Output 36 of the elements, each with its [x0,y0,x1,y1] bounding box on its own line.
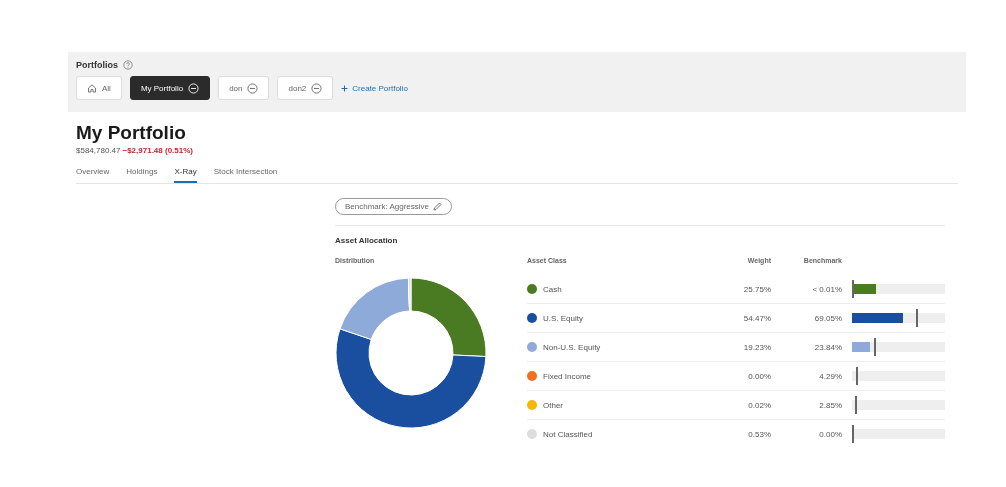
benchmark-cell: < 0.01% [812,284,842,294]
portfolio-tab[interactable]: All [76,76,122,100]
value-change: −$2,971.48 (0.51%) [122,146,193,155]
portfolio-title: My Portfolio [76,122,187,144]
asset-class-name: Cash [543,284,562,294]
benchmark-cell: 23.84% [814,342,842,352]
asset-class-name: Not Classified [543,429,593,439]
benchmark-cell: 2.85% [819,400,842,410]
portfolio-tab[interactable]: don2 [277,76,334,100]
weight-cell: 54.47% [743,313,771,323]
view-tab[interactable]: Stock Intersection [213,167,278,183]
plus-icon [341,84,349,92]
weight-cell: 25.75% [743,284,771,294]
create-portfolio-link[interactable]: Create Portfolio [352,83,408,93]
weight-cell: 0.00% [748,371,771,381]
benchmark-cell: 4.29% [819,371,842,381]
benchmark-cell: 0.00% [819,429,842,439]
portfolios-label: Portfolios [76,60,118,70]
portfolio-tab[interactable]: don [218,76,270,100]
asset-class-name: Fixed Income [543,371,592,381]
view-tab[interactable]: Holdings [126,167,158,183]
asset-class-name: U.S. Equity [543,313,583,323]
benchmark-button[interactable]: Benchmark: Aggressive [335,198,453,215]
portfolio-tab[interactable]: My Portfolio [129,76,211,100]
benchmark-cell: 69.05% [814,313,842,323]
weight-cell: 0.02% [748,400,771,410]
weight-cell: 0.53% [748,429,771,439]
view-tab[interactable]: X-Ray [174,167,197,183]
weight-cell: 19.23% [743,342,771,352]
asset-class-name: Non-U.S. Equity [543,342,601,352]
asset-class-name: Other [543,400,563,410]
portfolio-value: $584,780.47 [76,146,121,155]
section-title: Asset Allocation [335,236,399,245]
home-icon [87,83,97,93]
view-tab[interactable]: Overview [76,167,110,183]
pencil-icon [433,202,443,211]
